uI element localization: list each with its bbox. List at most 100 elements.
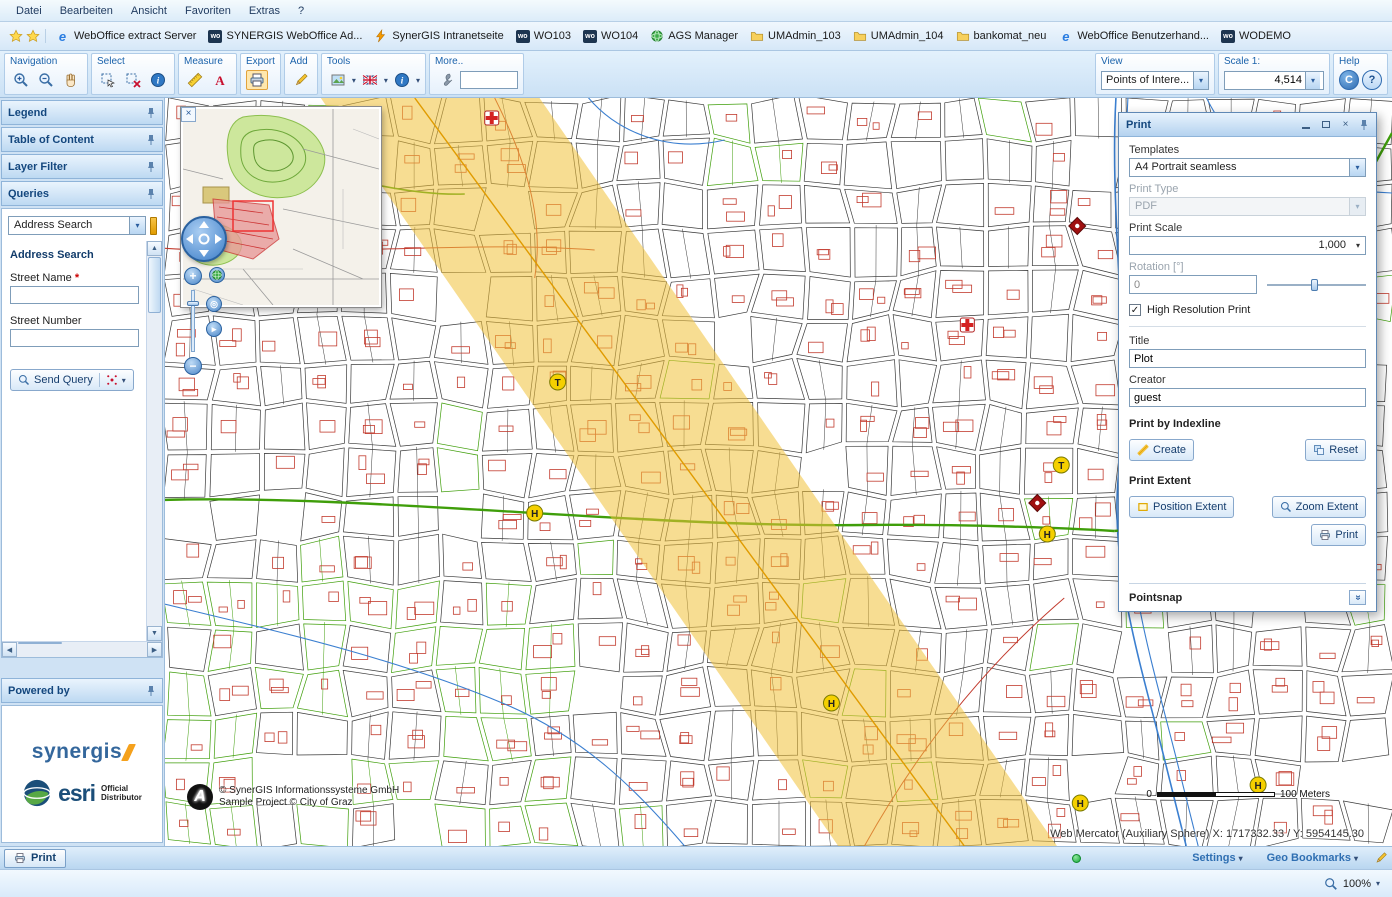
pan-north-icon[interactable] [199, 221, 209, 228]
restore-button[interactable] [1319, 118, 1332, 132]
favorite-link[interactable]: UMAdmin_104 [847, 26, 950, 46]
favorite-link[interactable]: UMAdmin_103 [744, 26, 847, 46]
pin-icon[interactable] [146, 134, 156, 146]
sidebar-item-powered-by[interactable]: Powered by [1, 678, 163, 703]
zoom-slider[interactable] [187, 290, 199, 352]
pan-tool[interactable] [60, 70, 82, 90]
zoom-in-tool[interactable] [10, 70, 32, 90]
add-text-tool[interactable] [209, 70, 231, 90]
rotation-slider[interactable] [1267, 278, 1366, 292]
favorites-bar-icon[interactable] [26, 29, 40, 43]
zoom-in-button[interactable]: + [184, 267, 202, 285]
scroll-up-button[interactable]: ▲ [147, 241, 162, 256]
info-tool[interactable] [391, 70, 413, 90]
pan-center-icon[interactable] [199, 234, 210, 245]
scroll-down-button[interactable]: ▼ [147, 626, 162, 641]
pin-icon[interactable] [1359, 119, 1369, 131]
favorite-link[interactable]: woWO104 [577, 27, 644, 46]
creator-input[interactable] [1129, 388, 1366, 407]
favorite-link[interactable]: woSYNERGIS WebOffice Ad... [202, 27, 368, 46]
favorite-link[interactable]: eWebOffice Benutzerhand... [1052, 26, 1215, 47]
measure-tool[interactable] [184, 70, 206, 90]
minimize-button[interactable] [1299, 118, 1312, 132]
print-panel-header[interactable]: Print × [1119, 113, 1376, 137]
chevron-down-icon[interactable]: ▾ [1349, 159, 1365, 176]
zoom-out-button[interactable]: − [184, 357, 202, 375]
pan-east-icon[interactable] [215, 234, 222, 244]
select-tool[interactable] [97, 70, 119, 90]
zoom-slider-track[interactable] [191, 290, 195, 352]
chevron-down-icon[interactable]: ▾ [1305, 72, 1320, 89]
pointsnap-expand-button[interactable]: » [1349, 590, 1366, 605]
overview-close-button[interactable]: × [181, 107, 196, 122]
previous-extent-button[interactable]: ◎ [206, 296, 222, 312]
view-select[interactable]: Points of Intere... ▾ [1101, 71, 1209, 90]
scroll-track[interactable] [147, 256, 162, 626]
rotation-slider-thumb[interactable] [1311, 279, 1318, 291]
zoom-slider-thumb[interactable] [187, 301, 199, 306]
pan-south-icon[interactable] [199, 250, 209, 257]
reset-button[interactable]: Reset [1305, 439, 1366, 461]
chevron-down-icon[interactable]: ▾ [1351, 237, 1365, 254]
favorites-add-icon[interactable] [9, 29, 23, 43]
draw-tool[interactable] [290, 70, 312, 90]
sidebar-item-legend[interactable]: Legend [1, 100, 163, 125]
clear-selection-tool[interactable] [122, 70, 144, 90]
zoom-extent-button[interactable]: Zoom Extent [1272, 496, 1366, 518]
next-extent-button[interactable]: ▸ [206, 321, 222, 337]
menu-bearbeiten[interactable]: Bearbeiten [52, 3, 121, 19]
favorite-link[interactable]: woWODEMO [1215, 27, 1297, 46]
chevron-down-icon[interactable]: ▾ [122, 376, 126, 385]
close-icon[interactable]: × [1339, 118, 1352, 132]
settings-tool[interactable] [435, 70, 457, 90]
settings-menu[interactable]: Settings▾ [1184, 852, 1250, 864]
street-number-input[interactable] [10, 329, 139, 347]
sidebar-item-layer-filter[interactable]: Layer Filter [1, 154, 163, 179]
pin-icon[interactable] [146, 107, 156, 119]
help-button[interactable]: ? [1362, 70, 1382, 90]
print-scale-combo[interactable]: 1,000 ▾ [1129, 236, 1366, 255]
print-tool[interactable] [246, 70, 268, 90]
language-tool[interactable] [359, 70, 381, 90]
scroll-track[interactable] [17, 642, 147, 657]
pan-pad[interactable] [181, 216, 227, 262]
pan-west-icon[interactable] [186, 234, 193, 244]
zoom-out-tool[interactable] [35, 70, 57, 90]
high-resolution-checkbox[interactable]: ✓ [1129, 304, 1141, 316]
menu-datei[interactable]: Datei [8, 3, 50, 19]
scroll-left-button[interactable]: ◀ [2, 642, 17, 657]
identify-tool[interactable] [147, 70, 169, 90]
sidebar-item-table-of-content[interactable]: Table of Content [1, 127, 163, 152]
scroll-thumb[interactable] [18, 642, 62, 644]
favorite-link[interactable]: SynerGIS Intranetseite [368, 26, 509, 46]
chevron-down-icon[interactable]: ▾ [1376, 879, 1380, 888]
full-extent-button[interactable] [209, 267, 225, 283]
favorite-link[interactable]: bankomat_neu [950, 26, 1053, 46]
menu-favoriten[interactable]: Favoriten [177, 3, 239, 19]
screenshot-tool[interactable] [327, 70, 349, 90]
pin-icon[interactable] [146, 685, 156, 697]
sidebar-item-queries[interactable]: Queries [1, 181, 163, 206]
quick-search-input[interactable] [460, 71, 518, 89]
scale-input[interactable] [1225, 74, 1305, 86]
print-button[interactable]: Print [1311, 524, 1366, 546]
query-select[interactable]: Address Search ▾ [8, 216, 146, 235]
favorite-link[interactable]: woWO103 [510, 27, 577, 46]
title-input[interactable] [1129, 349, 1366, 368]
rotation-input[interactable] [1129, 275, 1257, 294]
chevron-down-icon[interactable]: ▾ [129, 217, 145, 234]
position-extent-button[interactable]: Position Extent [1129, 496, 1234, 518]
favorite-link[interactable]: eWebOffice extract Server [49, 26, 202, 47]
geo-bookmarks-menu[interactable]: Geo Bookmarks▾ [1259, 852, 1366, 864]
vertical-scrollbar[interactable]: ▲ ▼ [146, 241, 162, 641]
menu-help[interactable]: ? [290, 3, 312, 19]
scroll-thumb[interactable] [148, 257, 161, 313]
pin-icon[interactable] [146, 161, 156, 173]
menu-ansicht[interactable]: Ansicht [123, 3, 175, 19]
templates-select[interactable]: A4 Portrait seamless ▾ [1129, 158, 1366, 177]
scroll-right-button[interactable]: ▶ [147, 642, 162, 657]
query-options-button[interactable] [150, 217, 157, 235]
chevron-down-icon[interactable]: ▾ [384, 76, 388, 85]
menu-extras[interactable]: Extras [241, 3, 288, 19]
chevron-down-icon[interactable]: ▾ [1193, 72, 1208, 89]
